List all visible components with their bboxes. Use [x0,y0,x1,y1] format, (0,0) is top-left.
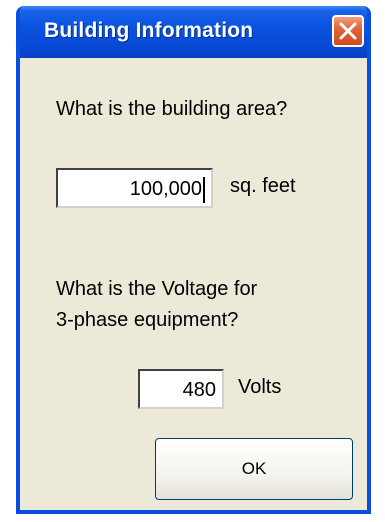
ok-button[interactable]: OK [155,438,353,500]
voltage-input[interactable]: 480 [138,369,224,409]
close-button[interactable] [332,15,364,47]
area-prompt: What is the building area? [56,98,288,120]
close-icon [339,22,357,40]
voltage-prompt-line1: What is the Voltage for [56,278,258,300]
building-area-value: 100,000 [129,178,202,200]
building-information-dialog: Building Information What is the buildin… [16,6,371,514]
area-unit-label: sq. feet [230,175,296,197]
voltage-unit-label: Volts [238,376,282,398]
title-bar[interactable]: Building Information [20,6,367,58]
building-area-input[interactable]: 100,000 [56,168,213,208]
voltage-value: 480 [182,379,216,401]
text-caret [203,176,205,203]
dialog-title: Building Information [44,19,254,42]
voltage-prompt-line2: 3-phase equipment? [56,309,239,331]
dialog-body: What is the building area? 100,000 sq. f… [20,54,367,510]
